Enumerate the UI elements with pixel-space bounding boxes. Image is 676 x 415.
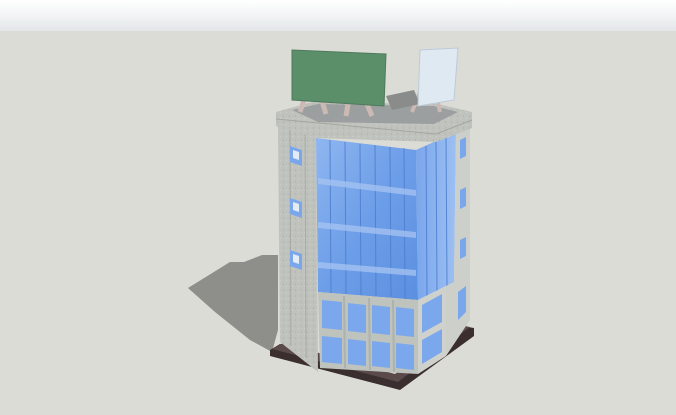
ground-shadow <box>188 255 278 352</box>
roof-top <box>292 104 458 124</box>
sketchup-viewport[interactable] <box>0 0 676 415</box>
rooftop-billboard-white <box>417 47 459 107</box>
rooftop-billboard-green <box>291 49 387 107</box>
building-model[interactable] <box>0 0 676 415</box>
